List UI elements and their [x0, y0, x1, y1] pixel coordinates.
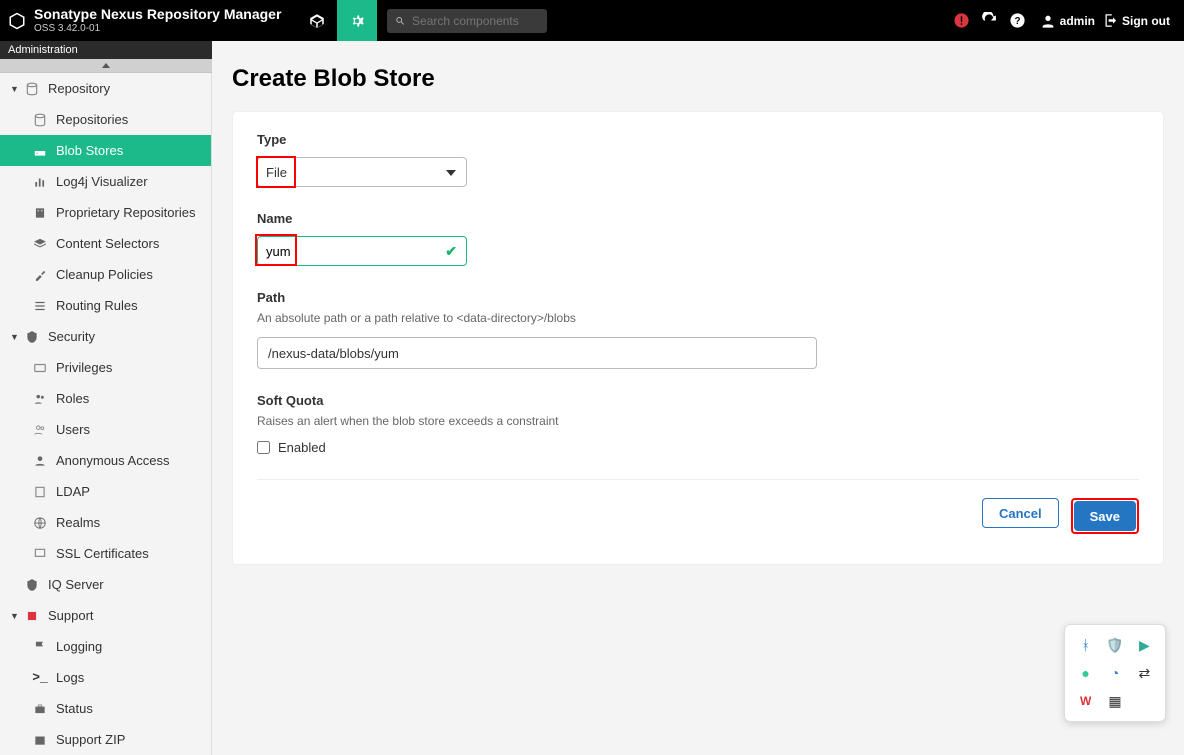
soft-quota-help: Raises an alert when the blob store exce… — [257, 414, 1139, 428]
globe-icon — [32, 515, 48, 531]
briefcase-icon — [32, 701, 48, 717]
sidebar-group-security[interactable]: ▼ Security — [0, 321, 211, 352]
chart-icon — [32, 174, 48, 190]
help-icon[interactable]: ? — [1004, 0, 1032, 41]
sidebar-item-anonymous[interactable]: Anonymous Access — [0, 445, 211, 476]
app-title-block: Sonatype Nexus Repository Manager OSS 3.… — [34, 7, 281, 33]
sidebar-item-users[interactable]: Users — [0, 414, 211, 445]
save-button[interactable]: Save — [1074, 501, 1136, 531]
name-label: Name — [257, 211, 1139, 226]
wps-icon[interactable]: W — [1073, 689, 1098, 713]
soft-quota-checkbox-row[interactable]: Enabled — [257, 440, 1139, 455]
refresh-icon[interactable] — [976, 0, 1004, 41]
route-icon — [32, 298, 48, 314]
broom-icon — [32, 267, 48, 283]
grid-icon[interactable]: ▦ — [1102, 689, 1127, 713]
sonatype-logo-icon — [8, 12, 26, 30]
sidebar-item-proprietary[interactable]: Proprietary Repositories — [0, 197, 211, 228]
sidebar-item-log4j[interactable]: Log4j Visualizer — [0, 166, 211, 197]
terminal-icon: >_ — [32, 670, 48, 686]
type-label: Type — [257, 132, 1139, 147]
sidebar-item-content-selectors[interactable]: Content Selectors — [0, 228, 211, 259]
sidebar-scroll-up[interactable] — [0, 59, 212, 73]
sidebar-item-logs[interactable]: >_Logs — [0, 662, 211, 693]
type-dropdown[interactable]: File — [257, 157, 467, 187]
name-input[interactable] — [257, 236, 467, 266]
sidebar-item-privileges[interactable]: Privileges — [0, 352, 211, 383]
database-icon — [24, 81, 40, 97]
svg-text:?: ? — [1015, 16, 1021, 27]
play-icon[interactable]: ▶ — [1132, 633, 1157, 657]
path-label: Path — [257, 290, 1139, 305]
layers-icon — [32, 236, 48, 252]
sidebar-item-ssl[interactable]: SSL Certificates — [0, 538, 211, 569]
shield-icon — [24, 329, 40, 345]
sidebar-item-cleanup[interactable]: Cleanup Policies — [0, 259, 211, 290]
sidebar-section-label: Administration — [0, 41, 212, 59]
building-icon — [32, 205, 48, 221]
book-icon — [32, 484, 48, 500]
alert-icon[interactable] — [948, 0, 976, 41]
users-icon — [32, 391, 48, 407]
search-input[interactable] — [412, 14, 539, 28]
support-icon — [24, 608, 40, 624]
user-label[interactable]: admin — [1032, 13, 1103, 29]
shield-icon — [24, 577, 40, 593]
hdd-icon — [32, 143, 48, 159]
sidebar-item-realms[interactable]: Realms — [0, 507, 211, 538]
sidebar-item-iq-server[interactable]: IQ Server — [0, 569, 211, 600]
cancel-button[interactable]: Cancel — [982, 498, 1059, 528]
path-help: An absolute path or a path relative to <… — [257, 311, 1139, 325]
path-input[interactable] — [257, 337, 817, 369]
chat-icon[interactable]: ● — [1073, 661, 1098, 685]
main-content: Create Blob Store Type File Name ✔ P — [212, 41, 1184, 740]
admin-button[interactable] — [337, 0, 377, 41]
browse-button[interactable] — [297, 0, 337, 41]
user-icon — [32, 453, 48, 469]
signout-icon — [1103, 13, 1118, 28]
save-highlight: Save — [1071, 498, 1139, 534]
security-icon[interactable]: 🛡️ — [1102, 633, 1127, 657]
sidebar-group-support[interactable]: ▼ Support — [0, 600, 211, 631]
sidebar-item-blob-stores[interactable]: Blob Stores — [0, 135, 211, 166]
users-icon — [32, 422, 48, 438]
browser-icon[interactable]: ◔ — [1102, 661, 1127, 685]
signout-button[interactable]: Sign out — [1103, 13, 1184, 28]
sidebar-item-logging[interactable]: Logging — [0, 631, 211, 662]
id-card-icon — [32, 360, 48, 376]
search-icon — [395, 15, 406, 27]
check-icon: ✔ — [445, 243, 457, 260]
system-tray: ᚼ 🛡️ ▶ ● ◔ ⇄ W ▦ — [1064, 624, 1166, 722]
app-title: Sonatype Nexus Repository Manager — [34, 7, 281, 22]
soft-quota-label: Soft Quota — [257, 393, 1139, 408]
soft-quota-checkbox[interactable] — [257, 441, 270, 454]
form-card: Type File Name ✔ Path An absolute path o… — [232, 111, 1164, 565]
sidebar-item-routing[interactable]: Routing Rules — [0, 290, 211, 321]
database-icon — [32, 112, 48, 128]
bluetooth-icon[interactable]: ᚼ — [1073, 633, 1098, 657]
certificate-icon — [32, 546, 48, 562]
page-title: Create Blob Store — [232, 63, 1164, 93]
app-version: OSS 3.42.0-01 — [34, 23, 281, 34]
user-icon — [1040, 13, 1056, 29]
chevron-down-icon: ▼ — [10, 611, 20, 621]
app-header: Sonatype Nexus Repository Manager OSS 3.… — [0, 0, 1184, 41]
search-box[interactable] — [387, 9, 547, 33]
chevron-down-icon: ▼ — [10, 84, 20, 94]
sidebar: Administration ▼ Repository Repositories… — [0, 41, 212, 740]
sidebar-item-status[interactable]: Status — [0, 693, 211, 724]
settings-icon[interactable]: ⇄ — [1132, 661, 1157, 685]
sidebar-group-repository[interactable]: ▼ Repository — [0, 73, 211, 104]
chevron-down-icon — [446, 170, 456, 176]
sidebar-item-roles[interactable]: Roles — [0, 383, 211, 414]
flag-icon — [32, 639, 48, 655]
sidebar-item-repositories[interactable]: Repositories — [0, 104, 211, 135]
sidebar-item-ldap[interactable]: LDAP — [0, 476, 211, 507]
chevron-down-icon: ▼ — [10, 332, 20, 342]
